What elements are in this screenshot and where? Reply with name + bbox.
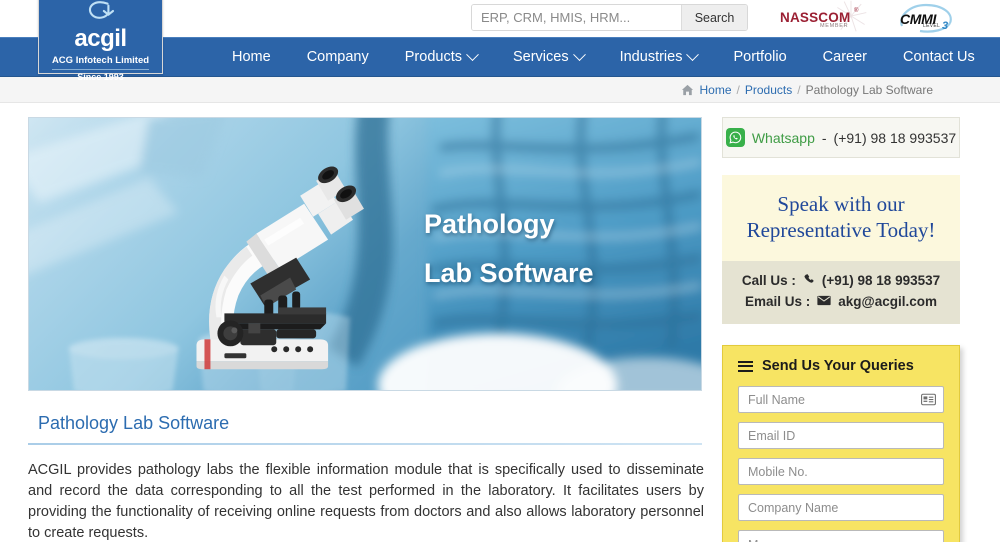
speak-line-1: Speak with our <box>777 192 905 216</box>
email-us-address[interactable]: akg@acgil.com <box>838 291 937 312</box>
hero-title: Pathology Lab Software <box>424 200 689 298</box>
hero-banner: Pathology Lab Software <box>28 117 702 391</box>
nasscom-member-label: MEMBER <box>820 23 849 29</box>
sidebar: Whatsapp - (+91) 98 18 993537 Speak with… <box>702 117 1000 542</box>
nav-label: Home <box>232 49 271 65</box>
nav-label: Career <box>822 49 867 65</box>
whatsapp-contact-box[interactable]: Whatsapp - (+91) 98 18 993537 <box>722 117 960 158</box>
page-body: Pathology Lab Software Pathology Lab Sof… <box>0 103 1000 542</box>
message-field[interactable] <box>738 530 944 542</box>
contact-card-icon <box>921 393 936 411</box>
logo-wordmark: acgil <box>74 25 127 52</box>
full-name-field[interactable] <box>738 386 944 413</box>
whatsapp-separator: - <box>821 129 827 146</box>
search-input[interactable] <box>472 5 681 30</box>
chevron-down-icon <box>686 47 700 61</box>
home-icon <box>681 84 694 96</box>
breadcrumb-separator: / <box>736 82 740 97</box>
nav-item-contact-us[interactable]: Contact Us <box>903 49 975 65</box>
site-logo[interactable]: acgil ACG Infotech Limited Since 1993 <box>38 0 163 82</box>
email-us-label: Email Us : <box>745 294 811 309</box>
nav-label: Industries <box>619 49 683 65</box>
nav-label: Contact Us <box>903 49 975 65</box>
speak-line-2: Representative Today! <box>746 218 936 242</box>
nav-item-career[interactable]: Career <box>823 49 867 65</box>
whatsapp-number: (+91) 98 18 993537 <box>833 129 957 146</box>
cmmi-level-number: 3 <box>942 20 949 32</box>
search-button[interactable]: Search <box>681 5 747 30</box>
email-us-row: Email Us : akg@acgil.com <box>722 291 960 312</box>
cmmi-level-label: LEVEL <box>923 23 941 29</box>
nasscom-logo: NASSCOM ® MEMBER <box>780 0 867 34</box>
query-form-title: Send Us Your Queries <box>762 358 914 374</box>
nav-item-products[interactable]: Products <box>404 47 479 65</box>
logo-since-label: Since 1993 <box>77 72 124 82</box>
call-us-row: Call Us : (+91) 98 18 993537 <box>722 270 960 291</box>
envelope-icon <box>817 291 831 312</box>
nav-label: Services <box>512 49 569 65</box>
breadcrumb-products[interactable]: Products <box>745 83 792 97</box>
full-name-input[interactable] <box>739 387 943 412</box>
company-name-input[interactable] <box>739 495 943 520</box>
nasscom-registered-mark: ® <box>854 8 859 14</box>
speak-representative-banner: Speak with our Representative Today! <box>722 175 960 261</box>
hero-title-line2: Lab Software <box>424 258 594 288</box>
chevron-down-icon <box>466 47 479 61</box>
phone-icon <box>803 270 815 291</box>
contact-details-box: Call Us : (+91) 98 18 993537 Email Us : … <box>722 261 960 324</box>
nav-item-portfolio[interactable]: Portfolio <box>733 49 786 65</box>
acgil-swoosh-icon <box>89 1 115 19</box>
title-divider <box>28 443 702 445</box>
breadcrumb-home[interactable]: Home <box>700 83 732 97</box>
mobile-no-input[interactable] <box>739 459 943 484</box>
query-form-header: Send Us Your Queries <box>738 358 944 374</box>
logo-company-name: ACG Infotech Limited <box>51 55 150 70</box>
breadcrumb-separator: / <box>797 82 801 97</box>
email-id-field[interactable] <box>738 422 944 449</box>
nav-item-industries[interactable]: Industries <box>619 47 700 65</box>
hamburger-icon <box>738 360 753 372</box>
chevron-down-icon <box>572 47 586 61</box>
content-column: Pathology Lab Software Pathology Lab Sof… <box>0 117 704 542</box>
cmmi-logo: CMMI LEVEL 3 <box>896 2 956 34</box>
nav-item-home[interactable]: Home <box>232 49 271 65</box>
message-textarea[interactable] <box>739 531 943 542</box>
nav-label: Products <box>404 49 462 65</box>
call-us-label: Call Us : <box>741 273 796 288</box>
whatsapp-label: Whatsapp <box>751 129 815 146</box>
call-us-number[interactable]: (+91) 98 18 993537 <box>822 270 940 291</box>
whatsapp-icon <box>725 128 745 147</box>
nav-label: Company <box>306 49 369 65</box>
page-title: Pathology Lab Software <box>38 413 230 433</box>
nav-item-company[interactable]: Company <box>307 49 369 65</box>
hero-title-line1: Pathology <box>424 209 555 239</box>
company-name-field[interactable] <box>738 494 944 521</box>
search-box[interactable]: Search <box>471 4 748 31</box>
nav-label: Portfolio <box>733 49 787 65</box>
email-id-input[interactable] <box>739 423 943 448</box>
nav-item-services[interactable]: Services <box>512 47 586 65</box>
mobile-no-field[interactable] <box>738 458 944 485</box>
breadcrumb-current: Pathology Lab Software <box>805 82 933 97</box>
query-form: Send Us Your Queries <box>722 345 960 542</box>
page-description: ACGIL provides pathology labs the flexib… <box>28 462 704 541</box>
certification-logos: NASSCOM ® MEMBER CMMI LEVEL 3 <box>780 0 956 34</box>
